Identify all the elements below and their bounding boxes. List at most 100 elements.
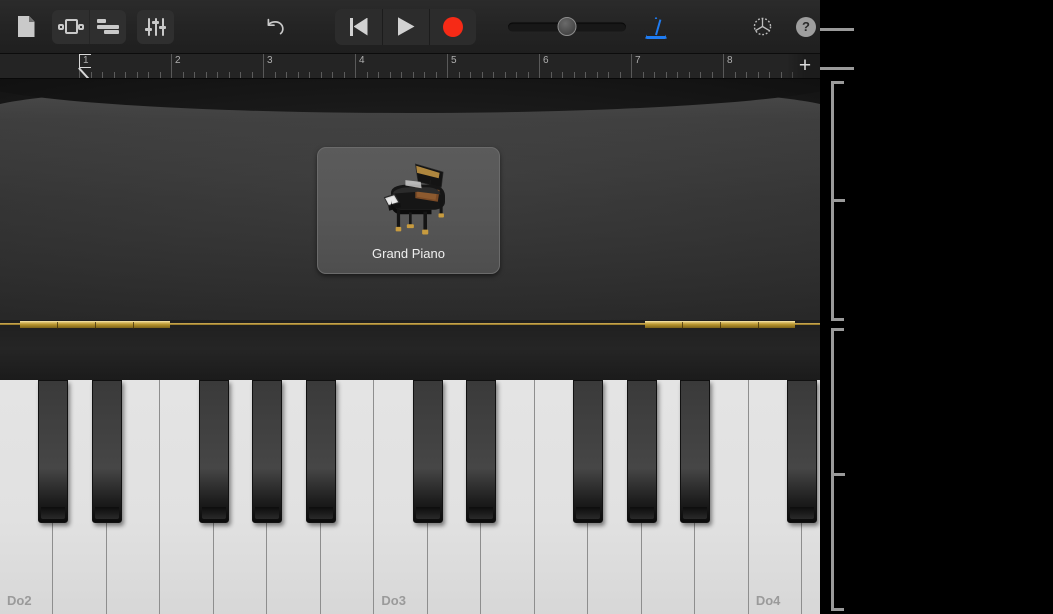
help-icon: ? [796, 17, 816, 37]
ruler-tick [781, 72, 782, 78]
rewind-icon [350, 18, 368, 36]
black-key[interactable] [466, 380, 496, 523]
play-button[interactable] [382, 9, 429, 45]
bar-marker: 6 [539, 54, 540, 79]
black-key[interactable] [627, 380, 657, 523]
record-icon [443, 17, 463, 37]
black-key[interactable] [306, 380, 336, 523]
document-icon [18, 16, 35, 37]
black-key[interactable] [252, 380, 282, 523]
ruler-tick [125, 72, 126, 78]
bar-marker: 3 [263, 54, 264, 79]
leader-line-2 [820, 67, 854, 70]
ruler-tick [493, 72, 494, 78]
bar-number: 5 [451, 55, 457, 66]
octave-label: Do3 [381, 593, 406, 608]
record-button[interactable] [429, 9, 476, 45]
volume-thumb[interactable] [558, 17, 577, 36]
piano-keyboard[interactable]: Do2Do3Do4 [0, 380, 820, 614]
ruler-tick [378, 72, 379, 78]
gear-icon [752, 16, 773, 37]
master-volume-slider[interactable] [508, 22, 626, 31]
play-icon [398, 17, 415, 36]
ruler-tick [643, 72, 644, 78]
ruler-tick [183, 72, 184, 78]
loop-browser-button[interactable] [52, 10, 89, 44]
ruler-tick [459, 72, 460, 78]
bar-number: 8 [727, 55, 733, 66]
ruler-tick [401, 72, 402, 78]
ruler-tick [436, 72, 437, 78]
bar-marker: 2 [171, 54, 172, 79]
black-key[interactable] [92, 380, 122, 523]
octave-label: Do4 [756, 593, 781, 608]
ruler-tick [677, 72, 678, 78]
ruler-tick [666, 72, 667, 78]
ruler-tick [516, 72, 517, 78]
ruler-tick [735, 72, 736, 78]
ruler-tick [332, 72, 333, 78]
undo-button[interactable] [253, 9, 297, 45]
view-segmented-control [52, 10, 126, 44]
metronome-icon [645, 15, 667, 39]
ruler-tick [758, 72, 759, 78]
instrument-card-label: Grand Piano [318, 246, 499, 261]
ruler-tick [712, 72, 713, 78]
tracks-view-button[interactable] [89, 10, 126, 44]
playhead[interactable] [79, 54, 91, 79]
ruler-tick [252, 72, 253, 78]
ruler-tick [137, 72, 138, 78]
help-button[interactable]: ? [784, 9, 820, 45]
ruler-tick [206, 72, 207, 78]
ruler-tick [700, 72, 701, 78]
bar-number: 2 [175, 55, 181, 66]
ruler-tick [470, 72, 471, 78]
ruler-tick [102, 72, 103, 78]
add-section-button[interactable]: + [794, 55, 816, 77]
playhead-stem [79, 67, 90, 78]
ruler-tick [344, 72, 345, 78]
bar-marker: 7 [631, 54, 632, 79]
tracks-view-icon [97, 19, 119, 34]
black-key[interactable] [199, 380, 229, 523]
ruler-tick [562, 72, 563, 78]
black-key[interactable] [413, 380, 443, 523]
bar-number: 6 [543, 55, 549, 66]
track-controls-button[interactable] [137, 10, 174, 44]
ruler-tick [608, 72, 609, 78]
instrument-stage: Grand Piano [0, 79, 820, 320]
metronome-button[interactable] [634, 9, 678, 45]
bar-marker: 4 [355, 54, 356, 79]
black-key[interactable] [38, 380, 68, 523]
main-toolbar: ? [0, 0, 820, 54]
bar-marker: 5 [447, 54, 448, 79]
timeline-ruler[interactable]: 12345678 + [0, 54, 820, 79]
undo-icon [263, 17, 287, 37]
track-controls-group [137, 10, 174, 44]
ruler-tick [769, 72, 770, 78]
garageband-app: ? 12345678 + [0, 0, 820, 614]
ruler-tick [689, 72, 690, 78]
bar-number: 4 [359, 55, 365, 66]
keyboard-control-bar: 0 Sustain Glissando Gamă [0, 320, 820, 380]
my-songs-button[interactable] [4, 9, 48, 45]
playhead-flag [79, 54, 91, 68]
ruler-tick [551, 72, 552, 78]
ruler-tick [148, 72, 149, 78]
black-key[interactable] [787, 380, 817, 523]
black-key[interactable] [573, 380, 603, 523]
mixer-sliders-icon [146, 18, 166, 36]
ruler-tick [321, 72, 322, 78]
rewind-button[interactable] [335, 9, 382, 45]
ruler-tick [240, 72, 241, 78]
ruler-tick [413, 72, 414, 78]
ruler-tick [654, 72, 655, 78]
settings-button[interactable] [740, 9, 784, 45]
instrument-card[interactable]: Grand Piano [317, 147, 500, 274]
ruler-tick [194, 72, 195, 78]
ruler-tick [114, 72, 115, 78]
ruler-tick [528, 72, 529, 78]
black-key[interactable] [680, 380, 710, 523]
ruler-tick [298, 72, 299, 78]
hinge-right [645, 321, 795, 328]
